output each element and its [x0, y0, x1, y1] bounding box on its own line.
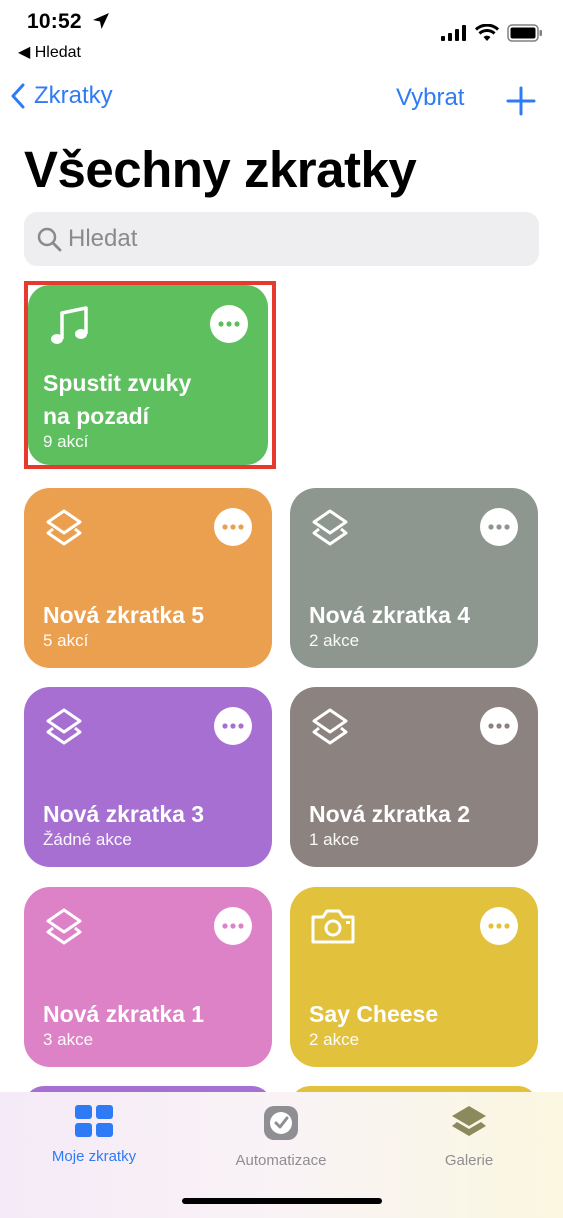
- more-button[interactable]: [210, 305, 248, 343]
- signal-icon: [441, 25, 466, 41]
- battery-icon: [507, 24, 542, 42]
- ellipsis-icon: [222, 923, 244, 929]
- shortcut-title: Nová zkratka 3: [43, 801, 205, 827]
- shortcut-card[interactable]: Say Cheese 2 akce: [290, 887, 538, 1067]
- shortcut-subtitle: 3 akce: [43, 1030, 94, 1049]
- ellipsis-icon: [488, 923, 510, 929]
- shortcut-title: Nová zkratka 4: [309, 602, 471, 628]
- shortcut-title: Say Cheese: [309, 1001, 439, 1027]
- shortcut-title-line2: na pozadí: [43, 403, 150, 429]
- shortcut-subtitle: 2 akce: [309, 1030, 360, 1049]
- add-icon[interactable]: [506, 86, 536, 116]
- grid-icon: [75, 1105, 113, 1137]
- shortcut-title: Spustit zvuky: [43, 370, 192, 396]
- shortcut-title: Nová zkratka 2: [309, 801, 471, 827]
- layers-icon: [46, 509, 82, 546]
- back-button[interactable]: Zkratky: [10, 82, 113, 110]
- tab-label: Moje zkratky: [51, 1148, 137, 1165]
- status-time: 10:52: [27, 10, 82, 33]
- tab-automation[interactable]: Automatizace: [211, 1104, 351, 1169]
- back-label: Zkratky: [34, 82, 113, 109]
- layers-icon: [312, 708, 348, 745]
- more-button[interactable]: [480, 907, 518, 945]
- shortcut-subtitle: Žádné akce: [43, 830, 132, 849]
- shortcut-subtitle: 9 akcí: [43, 432, 89, 451]
- shortcut-title: Nová zkratka 5: [43, 602, 205, 628]
- more-button[interactable]: [214, 907, 252, 945]
- layers-icon: [312, 509, 348, 546]
- layers-icon: [452, 1106, 486, 1136]
- shortcut-card[interactable]: Spustit zvuky na pozadí 9 akcí: [28, 285, 268, 465]
- shortcut-title: Nová zkratka 1: [43, 1001, 205, 1027]
- shortcut-card[interactable]: Nová zkratka 3 Žádné akce: [24, 687, 272, 867]
- shortcut-subtitle: 5 akcí: [43, 631, 89, 650]
- select-button[interactable]: Vybrat: [396, 84, 464, 112]
- more-button[interactable]: [214, 707, 252, 745]
- home-indicator[interactable]: [182, 1198, 382, 1204]
- status-back-link[interactable]: ◀ Hledat: [18, 42, 81, 62]
- more-button[interactable]: [480, 707, 518, 745]
- shortcut-subtitle: 1 akce: [309, 830, 360, 849]
- shortcut-card[interactable]: Nová zkratka 5 5 akcí: [24, 488, 272, 668]
- tab-label: Automatizace: [235, 1152, 327, 1169]
- ellipsis-icon: [488, 524, 510, 530]
- search-icon: [37, 227, 62, 252]
- ellipsis-icon: [488, 723, 510, 729]
- shortcut-card[interactable]: Nová zkratka 4 2 akce: [290, 488, 538, 668]
- tab-label: Galerie: [444, 1152, 494, 1169]
- layers-icon: [46, 908, 82, 945]
- clock-check-icon: [264, 1106, 298, 1140]
- status-indicators: [441, 24, 543, 42]
- more-button[interactable]: [480, 508, 518, 546]
- page-title: Všechny zkratky: [24, 141, 417, 198]
- tab-gallery[interactable]: Galerie: [399, 1104, 539, 1169]
- chevron-left-icon: [11, 83, 25, 109]
- search-input[interactable]: Hledat: [24, 212, 539, 266]
- more-button[interactable]: [214, 508, 252, 546]
- music-note-icon: [51, 306, 88, 344]
- camera-icon: [311, 909, 355, 944]
- shortcut-subtitle: 2 akce: [309, 631, 360, 650]
- ellipsis-icon: [222, 524, 244, 530]
- search-placeholder: Hledat: [68, 225, 138, 252]
- location-arrow-icon: [93, 13, 109, 29]
- ellipsis-icon: [218, 321, 240, 327]
- shortcut-card[interactable]: Nová zkratka 2 1 akce: [290, 687, 538, 867]
- tab-my-shortcuts[interactable]: Moje zkratky: [24, 1104, 164, 1165]
- ellipsis-icon: [222, 723, 244, 729]
- wifi-icon: [475, 24, 499, 41]
- shortcut-card[interactable]: Nová zkratka 1 3 akce: [24, 887, 272, 1067]
- layers-icon: [46, 708, 82, 745]
